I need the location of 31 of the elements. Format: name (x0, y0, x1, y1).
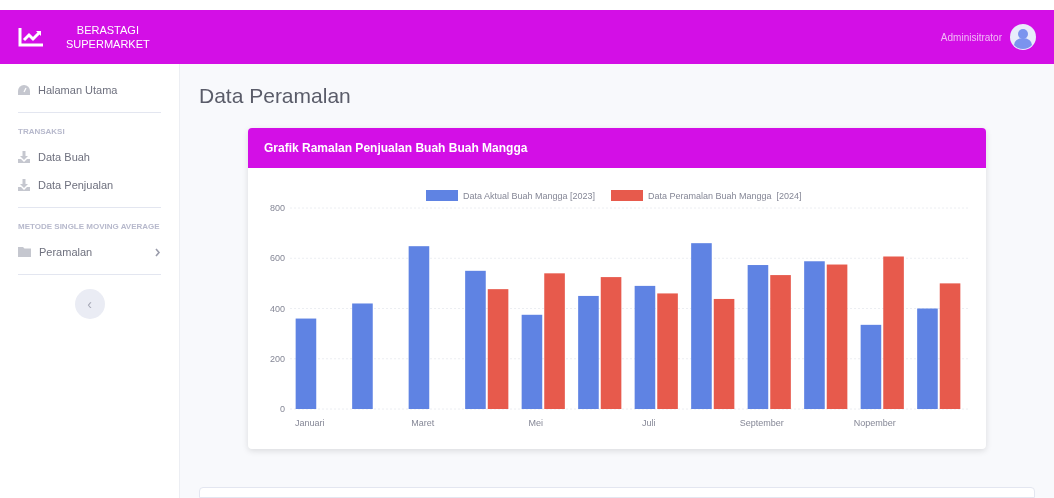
page-title: Data Peramalan (199, 83, 352, 109)
card-title: Grafik Ramalan Penjualan Buah Buah Mangga (264, 140, 528, 157)
x-axis-label: Januari (295, 418, 325, 428)
sidebar-item[interactable]: Halaman Utama (18, 76, 161, 104)
x-axis-label: Nopember (853, 418, 896, 428)
sidebar-item[interactable]: Data Penjualan (18, 171, 161, 199)
x-axis-label: Juli (642, 418, 656, 428)
y-axis-label: 800 (269, 203, 285, 213)
download-icon (18, 179, 30, 191)
y-axis-label: 600 (269, 253, 285, 264)
chart-line-icon (18, 27, 44, 47)
chevron-right-icon (155, 247, 161, 257)
sidebar-item[interactable]: Data Buah (18, 143, 161, 171)
folder-icon (18, 247, 31, 257)
y-axis-label: 0 (280, 404, 285, 414)
sidebar-heading: METODE SINGLE MOVING AVERAGE (18, 221, 161, 233)
x-axis-label: Maret (411, 418, 435, 428)
legend-label: Data Aktual Buah Mangga [2023] (463, 191, 596, 201)
sidebar-item[interactable]: Peramalan (18, 238, 161, 266)
brand-name: SUPERMARKET (66, 37, 150, 51)
brand-name: BERASTAGI (76, 23, 139, 37)
download-icon (18, 151, 30, 163)
gauge-icon (18, 85, 30, 95)
user-name[interactable]: Adminisitrator (940, 29, 1002, 45)
y-axis-label: 400 (269, 303, 285, 314)
x-axis-label: September (739, 418, 784, 428)
sidebar-heading: TRANSAKSI (18, 126, 66, 138)
user-avatar-icon[interactable] (1010, 24, 1036, 50)
legend-label: Data Peramalan Buah Mangga [2024] (648, 191, 802, 201)
y-axis-label: 200 (269, 353, 285, 364)
x-axis-label: Mei (528, 418, 544, 428)
